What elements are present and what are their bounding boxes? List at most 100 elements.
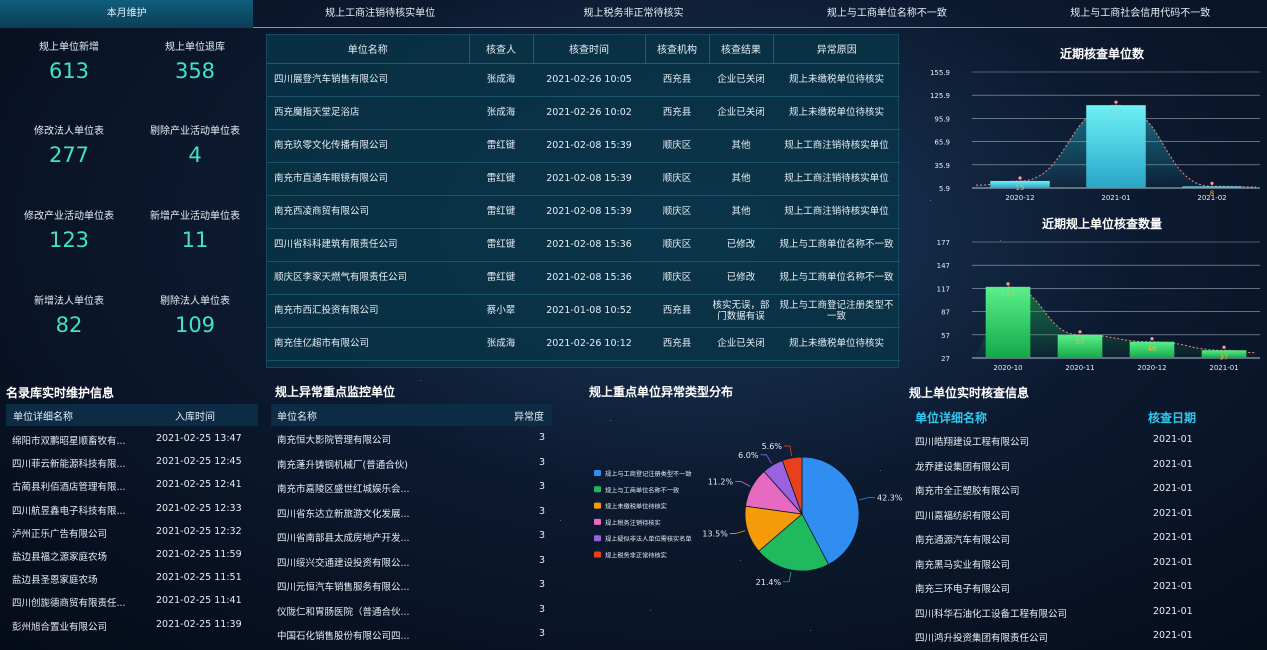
- y-tick-label: 27: [941, 355, 950, 363]
- maintain-list-item-name[interactable]: 盐边县福之源家庭农场: [12, 549, 107, 563]
- stat-value: 277: [48, 143, 90, 167]
- check-list-item-name[interactable]: 四川鸿升投资集团有限责任公司: [915, 630, 1048, 644]
- check-list-item-name[interactable]: 龙乔建设集团有限公司: [915, 459, 1010, 473]
- monitor-list-item-name[interactable]: 四川元恒汽车销售服务有限公...: [277, 579, 410, 593]
- check-list-item-name[interactable]: 四川嘉福纺织有限公司: [915, 508, 1010, 522]
- col-header-unit-name[interactable]: 单位名称: [267, 35, 470, 64]
- check-list-item-value: 2021-01: [1153, 556, 1193, 568]
- table-row[interactable]: 南充西凌商贸有限公司 雷红键 2021-02-08 15:39 顺庆区 其他 规上工商注销…: [267, 195, 900, 229]
- cell-check-result: 已修改: [709, 261, 773, 295]
- maintain-list-item-name[interactable]: 四川航昱鑫电子科技有限...: [12, 503, 126, 517]
- bar[interactable]: [1182, 186, 1242, 188]
- y-tick-label: 5.9: [939, 185, 950, 193]
- check-list-item-name[interactable]: 四川科华石油化工设备工程有限公司: [915, 606, 1067, 620]
- monitor-list-item-value: 3: [539, 481, 546, 492]
- table-row[interactable]: 南充市西汇投资有限公司 蔡小翠 2021-01-08 10:52 西充县 核实无误，部门…: [267, 294, 900, 328]
- table-row[interactable]: 四川展登汽车销售有限公司 张成海 2021-02-26 10:05 西充县 企业已关闭规…: [267, 63, 900, 97]
- cell-unit-name: 南充市西汇投资有限公司: [267, 294, 469, 328]
- y-tick-label: 95.9: [934, 115, 950, 123]
- section-title-realtime-maintain: 名录库实时维护信息: [6, 386, 115, 400]
- cell-abnormal-reason: 规上未缴税单位待核实: [773, 327, 900, 361]
- table-row[interactable]: 南充市直通车眼镜有限公司 雷红键 2021-02-08 15:39 顺庆区 其他 规上工商…: [267, 162, 900, 196]
- tab-business-cancel[interactable]: 规上工商注销待核实单位: [253, 0, 506, 28]
- cell-checker: 雷红键: [469, 228, 533, 262]
- section-title-abnormal-monitor: 规上异常重点监控单位: [275, 385, 396, 399]
- pie-leader-line: [783, 445, 793, 456]
- recent-check-bar-chart: 5.9 35.9 65.9 95.9 125.9 155.9 15 2020-12 113 202…: [930, 69, 1260, 202]
- trend-point: [1018, 176, 1022, 180]
- monitor-list-item-name[interactable]: 四川省东达立新旅游文化发展...: [277, 506, 410, 520]
- cell-checker: 雷红键: [469, 261, 533, 295]
- check-list-item-name[interactable]: 四川皓翔建设工程有限公司: [915, 434, 1029, 448]
- x-tick-label: 2020-12: [1137, 364, 1166, 372]
- trend-point: [1150, 337, 1154, 341]
- bar-value-label: 48: [1148, 345, 1157, 353]
- col-header-check-result[interactable]: 核查结果: [709, 35, 774, 64]
- cell-abnormal-reason: 规上与工商登记注册类型不一致: [773, 294, 900, 328]
- maintain-list-item-name[interactable]: 泸州正乐广告有限公司: [12, 526, 107, 540]
- table-row[interactable]: 南充玖零文化传播有限公司 雷红键 2021-02-08 15:39 顺庆区 其他 规上工商…: [267, 129, 900, 163]
- check-records-table: 单位名称 核查人 核查时间 核查机构 核查结果 异常原因 四川展登汽车销售有限公…: [266, 34, 900, 368]
- col-header-check-time[interactable]: 核查时间: [533, 35, 646, 64]
- cell-abnormal-reason: 规上与工商单位名称不一致: [773, 228, 900, 262]
- legend-label[interactable]: 规上未缴税单位待核实: [605, 503, 667, 511]
- maintain-list-item-name[interactable]: 四川菲云新能源科技有限...: [12, 456, 126, 470]
- pie-leader-line: [735, 481, 751, 487]
- tab-monthly-maintain[interactable]: 本月维护: [0, 0, 254, 28]
- y-tick-label: 65.9: [934, 139, 950, 147]
- col-header-check-org[interactable]: 核查机构: [645, 35, 710, 64]
- check-list-item-name[interactable]: 南充三环电子有限公司: [915, 581, 1010, 595]
- cell-check-org: 顺庆区: [645, 261, 709, 295]
- tab-credit-code-mismatch[interactable]: 规上与工商社会信用代码不一致: [1014, 0, 1267, 28]
- legend-swatch: [594, 518, 601, 525]
- table-row[interactable]: 西充魔指天堂足浴店 张成海 2021-02-26 10:02 西充县 企业已关闭 规上未缴…: [267, 96, 900, 130]
- legend-label[interactable]: 规上疑似非法人单位需核实名单: [605, 535, 692, 543]
- check-list-item-name[interactable]: 南充市全正塑胶有限公司: [915, 483, 1020, 497]
- tab-tax-abnormal[interactable]: 规上税务非正常待核实: [507, 0, 760, 28]
- stat-label: 修改法人单位表: [34, 126, 104, 137]
- cell-check-time: 2021-02-08 15:39: [533, 195, 645, 229]
- maintain-list-item-name[interactable]: 古蔺县利佰酒店管理有限...: [12, 479, 126, 493]
- maintain-list-item-value: 2021-02-25 13:47: [156, 433, 242, 444]
- maintain-list-item-name[interactable]: 彭州旭合置业有限公司: [12, 619, 107, 633]
- y-tick-label: 177: [937, 239, 950, 247]
- section-title-pie: 规上重点单位异常类型分布: [589, 385, 734, 399]
- monitor-list-item-name[interactable]: 仪陇仁和胃肠医院（普通合伙...: [277, 604, 410, 618]
- monitor-list-item-name[interactable]: 中国石化销售股份有限公司四...: [277, 628, 410, 642]
- cell-check-result: 其他: [709, 195, 773, 229]
- cell-unit-name: 四川展登汽车销售有限公司: [267, 63, 469, 97]
- monitor-list-item-value: 3: [539, 432, 546, 443]
- monitor-list-item-name[interactable]: 南充市嘉陵区盛世红城娱乐会...: [277, 481, 410, 495]
- monitor-list-item-value: 3: [539, 530, 546, 541]
- pie-leader-line: [859, 497, 875, 501]
- stat-removed-industry: 剔除产业活动单位表 4: [135, 122, 255, 167]
- check-list-item-value: 2021-01: [1153, 605, 1193, 617]
- monitor-list-item-name[interactable]: 南充蓬升铸钢机械厂(普通合伙): [277, 457, 408, 471]
- monitor-list-item-name[interactable]: 南充恒大影院管理有限公司: [277, 432, 391, 446]
- check-list-item-value: 2021-01: [1153, 434, 1193, 445]
- maintain-list-item-name[interactable]: 绵阳市双鹏昭星顺畜牧有...: [12, 433, 126, 447]
- bar[interactable]: [1086, 105, 1146, 188]
- x-tick-label: 2021-02: [1197, 194, 1226, 202]
- monitor-list-item-name[interactable]: 四川绥兴交通建设投资有限公...: [277, 555, 410, 569]
- pie-value-label: 6.0%: [738, 451, 759, 460]
- check-list-item-value: 2021-01: [1153, 581, 1193, 592]
- table-row[interactable]: 南充佳亿超市有限公司 张成海 2021-02-26 10:12 西充县 企业已关闭 规上未…: [267, 327, 900, 361]
- cell-checker: 张成海: [469, 96, 533, 130]
- maintain-list-item-name[interactable]: 盐边县圣恩家庭农场: [12, 572, 98, 586]
- check-list-item-name[interactable]: 南充通源汽车有限公司: [915, 532, 1010, 546]
- stat-value: 82: [55, 313, 83, 337]
- col-header-abnormal-reason[interactable]: 异常原因: [773, 35, 900, 64]
- table-row[interactable]: 顺庆区李家天燃气有限责任公司 雷红键 2021-02-08 15:36 顺庆区 已修改规…: [267, 261, 900, 295]
- monitor-list-item-value: 3: [539, 505, 546, 517]
- col-header-checker[interactable]: 核查人: [469, 35, 534, 64]
- legend-label[interactable]: 规上与工商单位名称不一致: [605, 486, 679, 494]
- legend-label[interactable]: 规上税务注销待核实: [605, 519, 661, 527]
- monitor-list-item-name[interactable]: 四川省南部县太成房地产开发...: [277, 530, 410, 544]
- tab-name-mismatch[interactable]: 规上与工商单位名称不一致: [760, 0, 1013, 28]
- check-list-item-name[interactable]: 南充黑马实业有限公司: [915, 557, 1010, 571]
- legend-label[interactable]: 规上与工商登记注册类型不一致: [605, 470, 692, 478]
- table-row[interactable]: 四川省科科建筑有限责任公司 雷红键 2021-02-08 15:36 顺庆区 已修改 规上…: [267, 228, 900, 262]
- legend-label[interactable]: 规上税务非正常待核实: [605, 552, 667, 560]
- maintain-list-item-name[interactable]: 四川创旎德商贸有限责任...: [12, 595, 126, 609]
